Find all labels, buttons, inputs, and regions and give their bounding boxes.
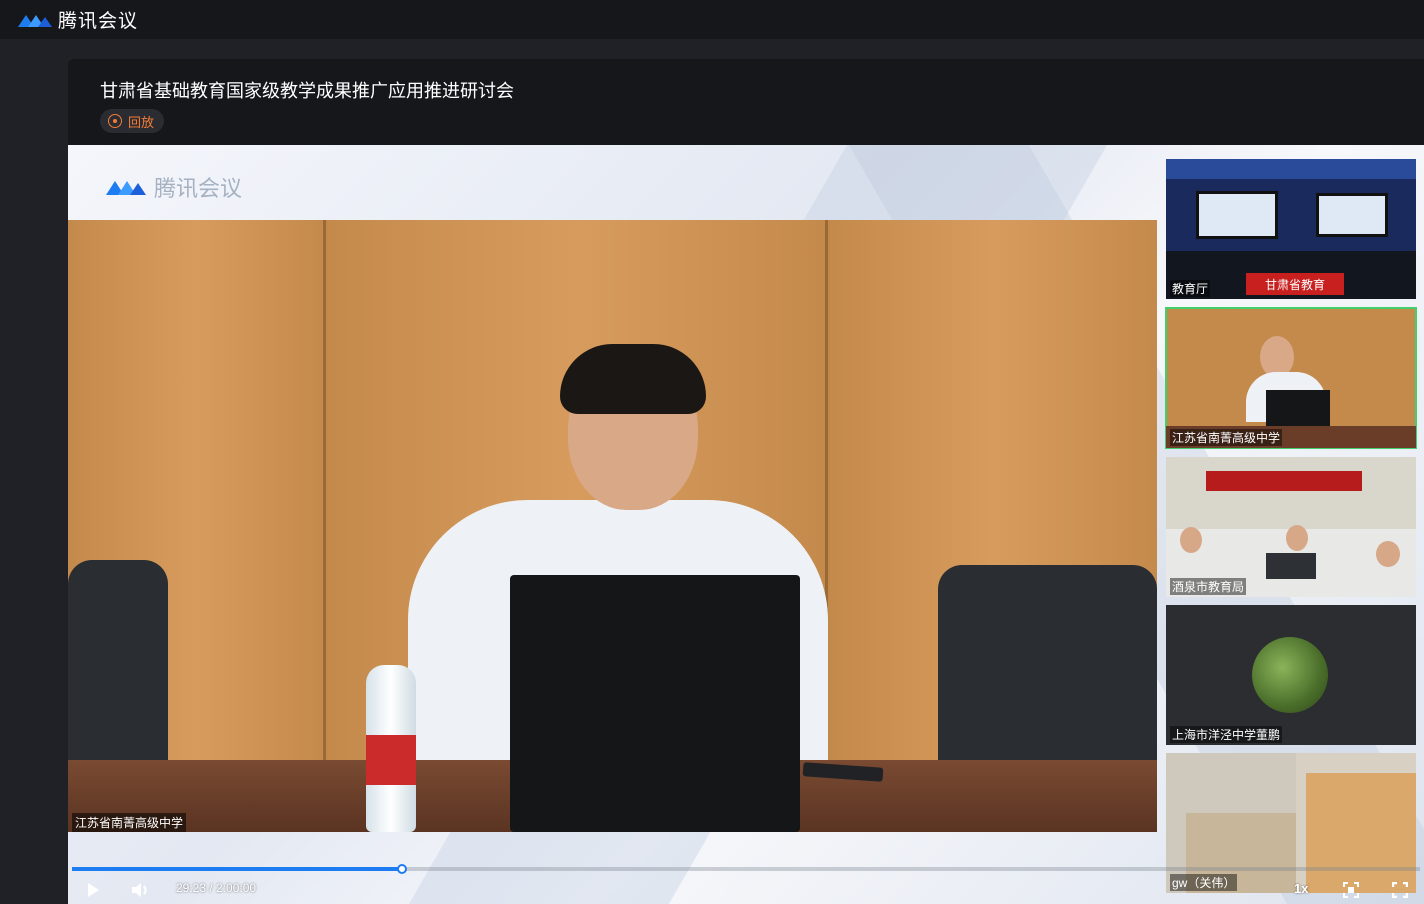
picture-in-picture-icon[interactable] xyxy=(1343,882,1359,898)
progress-handle[interactable] xyxy=(396,864,407,874)
participant-banner: 甘肃省教育 xyxy=(1246,273,1344,295)
participant-tile[interactable]: gw（关伟） xyxy=(1166,753,1416,893)
replay-icon xyxy=(108,114,122,128)
participant-avatar xyxy=(1252,637,1328,713)
participant-tile[interactable]: 江苏省南菁高级中学 xyxy=(1165,307,1417,449)
player-watermark: 腾讯会议 xyxy=(104,171,242,203)
playback-time: 29:23 / 2:00:00 xyxy=(176,881,257,895)
volume-icon[interactable] xyxy=(130,881,150,899)
participant-label: gw（关伟） xyxy=(1170,874,1238,891)
replay-label: 回放 xyxy=(128,114,155,130)
tencent-meeting-watermark-icon xyxy=(106,181,146,195)
meeting-panel: 甘肃省基础教育国家级教学成果推广应用推进研讨会 回放 腾讯会议 江苏省南菁高级中… xyxy=(68,59,1424,904)
play-icon[interactable] xyxy=(86,882,100,898)
participant-label: 酒泉市教育局 xyxy=(1170,578,1247,595)
meeting-title: 甘肃省基础教育国家级教学成果推广应用推进研讨会 xyxy=(100,81,514,101)
playback-speed-button[interactable]: 1x xyxy=(1294,881,1308,896)
water-bottle xyxy=(366,665,416,832)
progress-fill xyxy=(72,867,402,871)
main-speaker-video[interactable]: 江苏省南菁高级中学 xyxy=(68,220,1157,832)
watermark-text: 腾讯会议 xyxy=(154,176,243,201)
chair xyxy=(938,565,1157,785)
progress-bar[interactable] xyxy=(72,864,1420,874)
speaker-hair xyxy=(560,344,706,414)
tencent-meeting-logo-icon xyxy=(18,14,52,27)
chair xyxy=(68,560,168,780)
fullscreen-icon[interactable] xyxy=(1392,882,1408,898)
participant-tile[interactable]: 甘肃省教育 教育厅 xyxy=(1166,159,1416,299)
participant-tile[interactable]: 上海市洋泾中学董鹏 xyxy=(1166,605,1416,745)
app-name: 腾讯会议 xyxy=(58,11,139,32)
top-bar: 腾讯会议 xyxy=(0,0,1424,39)
participant-label: 江苏省南菁高级中学 xyxy=(1170,429,1283,446)
main-speaker-label: 江苏省南菁高级中学 xyxy=(72,813,187,832)
monitor xyxy=(510,575,800,832)
replay-badge: 回放 xyxy=(100,109,165,133)
participant-label: 上海市洋泾中学董鹏 xyxy=(1170,726,1283,743)
video-player[interactable]: 腾讯会议 江苏省南菁高级中学 甘肃省教育 教育厅 江苏省南菁高级中学 酒泉市教育… xyxy=(68,145,1424,904)
participant-tile[interactable]: 酒泉市教育局 xyxy=(1166,457,1416,597)
participant-label: 教育厅 xyxy=(1170,280,1211,297)
